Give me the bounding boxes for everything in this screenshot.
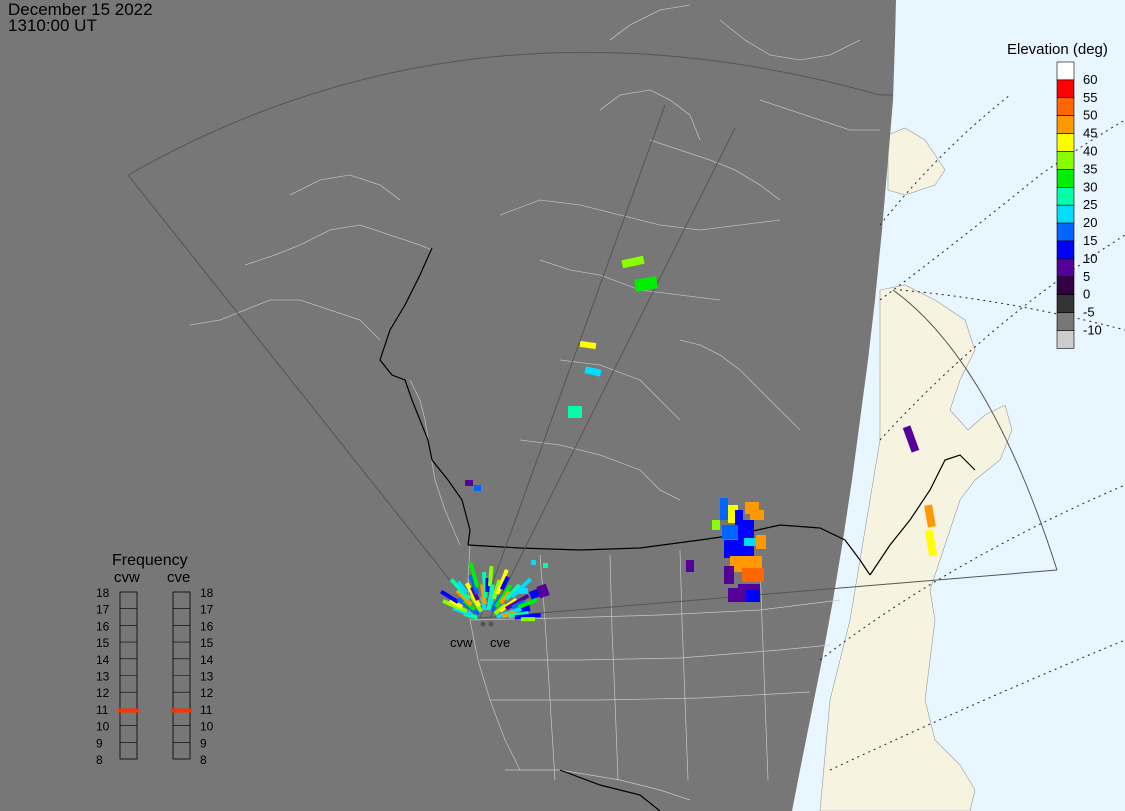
elevation-swatch — [1056, 222, 1075, 242]
elevation-tick-label: 10 — [1083, 251, 1097, 266]
frequency-tick-right: 9 — [200, 736, 207, 750]
elevation-swatch — [1056, 61, 1075, 81]
elevation-tick-label: 0 — [1083, 287, 1090, 302]
elevation-swatch — [1056, 258, 1075, 278]
frequency-tick-left: 13 — [96, 670, 110, 684]
echo-cell — [531, 560, 536, 565]
elevation-swatch — [1056, 133, 1075, 152]
elevation-tick-label: 50 — [1083, 108, 1097, 123]
radar-label-cve: cve — [490, 635, 510, 650]
elevation-tick-label: 40 — [1083, 144, 1097, 159]
elevation-swatch — [1056, 294, 1075, 313]
frequency-tick-left: 18 — [96, 586, 110, 600]
elevation-tick-label: -10 — [1083, 323, 1102, 338]
elevation-tick-label: 20 — [1083, 215, 1097, 230]
elevation-swatch — [1056, 169, 1075, 188]
echo-cell — [722, 525, 740, 539]
frequency-tick-right: 10 — [200, 720, 214, 734]
elevation-swatch — [1056, 115, 1075, 134]
echo-cell — [756, 535, 766, 549]
echo-cell — [742, 568, 764, 582]
frequency-tick-left: 14 — [96, 653, 110, 667]
frequency-tick-right: 13 — [200, 670, 214, 684]
elevation-tick-label: 35 — [1083, 161, 1097, 176]
night-region — [0, 0, 896, 811]
elevation-swatch — [1056, 204, 1075, 224]
elevation-swatch — [1056, 330, 1075, 349]
frequency-tick-left: 15 — [96, 636, 110, 650]
elevation-tick-label: 45 — [1083, 126, 1097, 141]
echo-cell — [750, 510, 764, 520]
elevation-tick-label: 30 — [1083, 179, 1097, 194]
frequency-tick-left: 8 — [96, 753, 103, 767]
echo-cell — [744, 538, 756, 546]
echo-cell — [746, 590, 760, 602]
echo-cell — [465, 480, 473, 486]
elevation-tick-label: -5 — [1083, 305, 1095, 320]
map-stage: cvw cve Elevation (deg) 60 55 50 45 40 35 30 25… — [0, 0, 1125, 811]
frequency-tick-left: 10 — [96, 720, 110, 734]
elevation-swatch — [1056, 312, 1075, 331]
echo-cell — [514, 612, 541, 620]
frequency-col-label-cvw: cvw — [114, 569, 140, 586]
radar-site-cvw — [480, 621, 486, 627]
frequency-tick-right: 14 — [200, 653, 214, 667]
echo-cell — [720, 498, 728, 520]
elevation-tick-label: 5 — [1083, 269, 1090, 284]
echo-cell — [543, 563, 548, 568]
echo-cell — [724, 566, 734, 584]
echo-cell — [686, 560, 694, 572]
elevation-swatch — [1056, 276, 1075, 295]
time-label: 1310:00 UT — [8, 16, 97, 35]
frequency-tick-right: 12 — [200, 686, 214, 700]
frequency-tick-right: 8 — [200, 753, 207, 767]
elevation-swatch — [1056, 187, 1075, 206]
frequency-tick-right: 17 — [200, 603, 214, 617]
frequency-tick-left: 9 — [96, 736, 103, 750]
frequency-tick-right: 11 — [200, 703, 213, 717]
elevation-swatch — [1056, 97, 1075, 117]
frequency-legend-title: Frequency — [112, 552, 188, 569]
elevation-tick-label: 60 — [1083, 72, 1097, 87]
frequency-tick-left: 17 — [96, 603, 110, 617]
elevation-tick-label: 25 — [1083, 197, 1097, 212]
frequency-tick-right: 15 — [200, 636, 214, 650]
radar-label-cvw: cvw — [450, 635, 473, 650]
map-canvas: cvw cve Elevation (deg) 6055504540353025… — [0, 0, 1125, 811]
frequency-tick-left: 16 — [96, 619, 110, 633]
echo-cell — [738, 520, 754, 540]
elevation-swatch — [1056, 79, 1075, 99]
frequency-tick-right: 18 — [200, 586, 214, 600]
echo-cell — [487, 566, 494, 587]
frequency-col-label-cve: cve — [167, 569, 190, 586]
echo-cell — [728, 588, 738, 602]
frequency-tick-right: 16 — [200, 619, 214, 633]
elevation-tick-label: 55 — [1083, 90, 1097, 105]
elevation-legend-title: Elevation (deg) — [1007, 41, 1108, 58]
echo-cell — [712, 520, 720, 530]
frequency-marker-cve — [171, 708, 192, 713]
frequency-tick-left: 12 — [96, 686, 110, 700]
radar-site-cve — [488, 621, 494, 627]
echo-cell — [568, 406, 582, 418]
elevation-swatch — [1056, 151, 1075, 170]
elevation-tick-label: 15 — [1083, 233, 1097, 248]
elevation-swatch — [1056, 240, 1075, 260]
frequency-tick-left: 11 — [96, 703, 109, 717]
frequency-marker-cvw — [118, 708, 139, 713]
echo-cell — [474, 485, 481, 491]
